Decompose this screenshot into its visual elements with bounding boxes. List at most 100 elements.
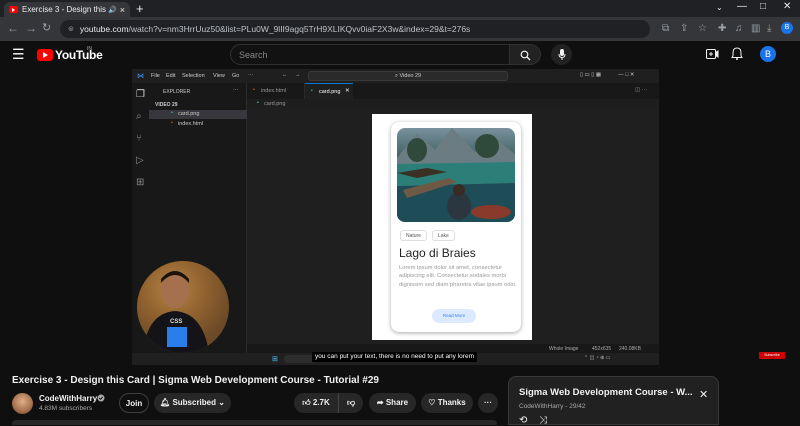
source-control-icon[interactable]: ⑂ [136, 133, 142, 144]
address-bar[interactable]: ⊜ youtube.com/watch?v=nm3HrrUuz50&list=P… [60, 20, 650, 38]
tag-chip: Lake [432, 230, 455, 241]
downloads-icon[interactable]: ⤓ [767, 23, 771, 34]
install-icon[interactable]: ⧉ [662, 23, 669, 34]
menu-go[interactable]: Go [232, 73, 239, 79]
shuffle-icon[interactable]: ⤨ [539, 415, 547, 426]
explorer-more-icon[interactable]: ··· [233, 87, 239, 93]
tab-label: index.html [261, 88, 287, 94]
layout-icons[interactable]: ▯ ▭ ▯ ▦ [580, 72, 601, 78]
playlist-close-icon[interactable]: ✕ [699, 388, 708, 401]
share-label: Share [385, 398, 409, 407]
site-info-icon[interactable]: ⊜ [68, 25, 74, 33]
start-icon: ⊞ [272, 356, 278, 363]
image-file-icon: ▪ [257, 100, 259, 106]
presenter-webcam: CSS [137, 261, 229, 353]
subscribed-button[interactable]: 🔔︎ Subscribed ⌄ [154, 393, 231, 413]
more-actions-button[interactable]: ··· [478, 393, 498, 413]
extensions-activity-icon[interactable]: ⊞ [136, 177, 144, 188]
loop-icon[interactable]: ⟲ [519, 415, 527, 426]
like-count: 2.7K [312, 398, 330, 407]
chevron-down-icon: ⌄ [218, 398, 225, 407]
video-title: Exercise 3 - Design this Card | Sigma We… [12, 375, 379, 386]
folder-name[interactable]: VIDEO 29 [155, 102, 178, 108]
extensions-icon[interactable]: ✚ [718, 23, 726, 34]
playlist-title[interactable]: Sigma Web Development Course - W... [519, 387, 699, 398]
share-icon[interactable]: ⇪ [680, 23, 688, 34]
description-box[interactable] [12, 420, 497, 425]
thumbs-up-icon: 👍︎ [302, 398, 311, 407]
image-file-icon: ▪ [311, 88, 313, 94]
search-icon [520, 50, 531, 61]
editor-actions-icons[interactable]: ◫ ··· [635, 87, 647, 93]
channel-name[interactable]: CodeWithHarry [39, 394, 97, 403]
thanks-label: Thanks [437, 398, 466, 407]
search-input[interactable]: Search [230, 44, 510, 65]
vscode-window-controls[interactable]: — □ ✕ [618, 72, 635, 78]
menu-edit[interactable]: Edit [166, 73, 175, 79]
playlist-panel: Sigma Web Development Course - W... Code… [508, 376, 719, 426]
media-icon[interactable]: ♫ [735, 23, 743, 34]
workspace-name: Video 29 [399, 73, 422, 79]
more-dots-icon: ··· [484, 398, 492, 407]
sidepanel-icon[interactable]: ▥ [751, 23, 760, 34]
search-activity-icon[interactable]: ⌕ [136, 111, 142, 122]
reload-icon[interactable]: ↻ [42, 21, 51, 34]
voice-search-button[interactable] [551, 44, 572, 65]
microphone-icon [558, 49, 566, 60]
maximize-button[interactable]: □ [760, 1, 766, 12]
file-item-card[interactable]: ▪ card.png [149, 110, 247, 119]
system-tray-icons: ⌃ ◫ ◔ ⊕ ▭ [584, 355, 611, 361]
tab-title: Exercise 3 - Design this Card [22, 5, 107, 14]
dislike-button[interactable]: 👎︎ [338, 393, 363, 413]
subscribed-label: Subscribed [172, 398, 217, 407]
like-button[interactable]: 👍︎ 2.7K [294, 393, 338, 413]
menu-icon[interactable]: ☰ [12, 46, 25, 63]
share-button[interactable]: ➦ Share [369, 393, 416, 413]
back-icon[interactable]: ← [7, 21, 19, 35]
lake-photo [397, 128, 515, 222]
editor-tab-card[interactable]: ▪ card.png ✕ [305, 83, 353, 99]
menu-more-icon[interactable]: ··· [248, 72, 254, 78]
search-button[interactable] [509, 44, 541, 65]
tab-close-icon[interactable]: ✕ [345, 88, 350, 94]
new-tab-button[interactable]: + [136, 1, 144, 16]
breadcrumb-file[interactable]: card.png [264, 101, 285, 107]
browser-profile-avatar[interactable]: B [781, 22, 793, 34]
explorer-icon[interactable]: ❐ [136, 89, 145, 100]
playlist-subtitle: CodeWithHarry - 29/42 [519, 403, 586, 410]
vscode-logo-icon: ⋈ [137, 73, 144, 80]
create-video-icon[interactable] [706, 49, 719, 59]
command-center-search[interactable]: ⌕ Video 29 [308, 71, 508, 81]
forward-icon[interactable]: → [25, 21, 37, 35]
minimize-button[interactable]: — [737, 1, 747, 12]
status-dimensions: 452x635 [592, 346, 612, 352]
subscriber-count: 4.83M subscribers [39, 405, 93, 412]
account-avatar[interactable]: B [760, 46, 776, 62]
join-button[interactable]: Join [119, 393, 149, 413]
youtube-logo-text[interactable]: YouTube [55, 48, 103, 62]
subscribe-watermark[interactable]: Subscribe [759, 352, 785, 359]
audio-icon: 🔊 [108, 6, 117, 14]
thanks-button[interactable]: ♡ Thanks [421, 393, 473, 413]
browser-tab[interactable]: Exercise 3 - Design this Card 🔊 × [4, 2, 130, 17]
bookmark-star-icon[interactable]: ☆ [698, 23, 707, 34]
close-window-button[interactable]: ✕ [783, 1, 791, 12]
youtube-logo-icon[interactable] [37, 49, 53, 61]
file-item-index[interactable]: ▪ index.html [149, 120, 247, 129]
forward-arrow-icon[interactable]: → [295, 72, 301, 78]
video-caption: you can put your text, there is no need … [312, 352, 477, 362]
menu-view[interactable]: View [213, 73, 225, 79]
menu-selection[interactable]: Selection [182, 73, 205, 79]
editor-tab-index[interactable]: ▪ index.html [247, 83, 305, 99]
html-file-icon: ▪ [253, 87, 255, 93]
run-debug-icon[interactable]: ▷ [136, 155, 144, 166]
super-thanks-icon: ♡ [428, 398, 436, 407]
notifications-bell-icon[interactable] [731, 47, 743, 60]
back-arrow-icon[interactable]: ← [282, 72, 288, 78]
shirt-logo: CSS [170, 319, 182, 325]
playlist-channel[interactable]: CodeWithHarry [519, 403, 563, 410]
channel-avatar[interactable] [12, 393, 33, 414]
tab-search-icon[interactable]: ⌄ [716, 3, 723, 12]
tab-close-icon[interactable]: × [120, 5, 125, 15]
menu-file[interactable]: File [151, 73, 160, 79]
